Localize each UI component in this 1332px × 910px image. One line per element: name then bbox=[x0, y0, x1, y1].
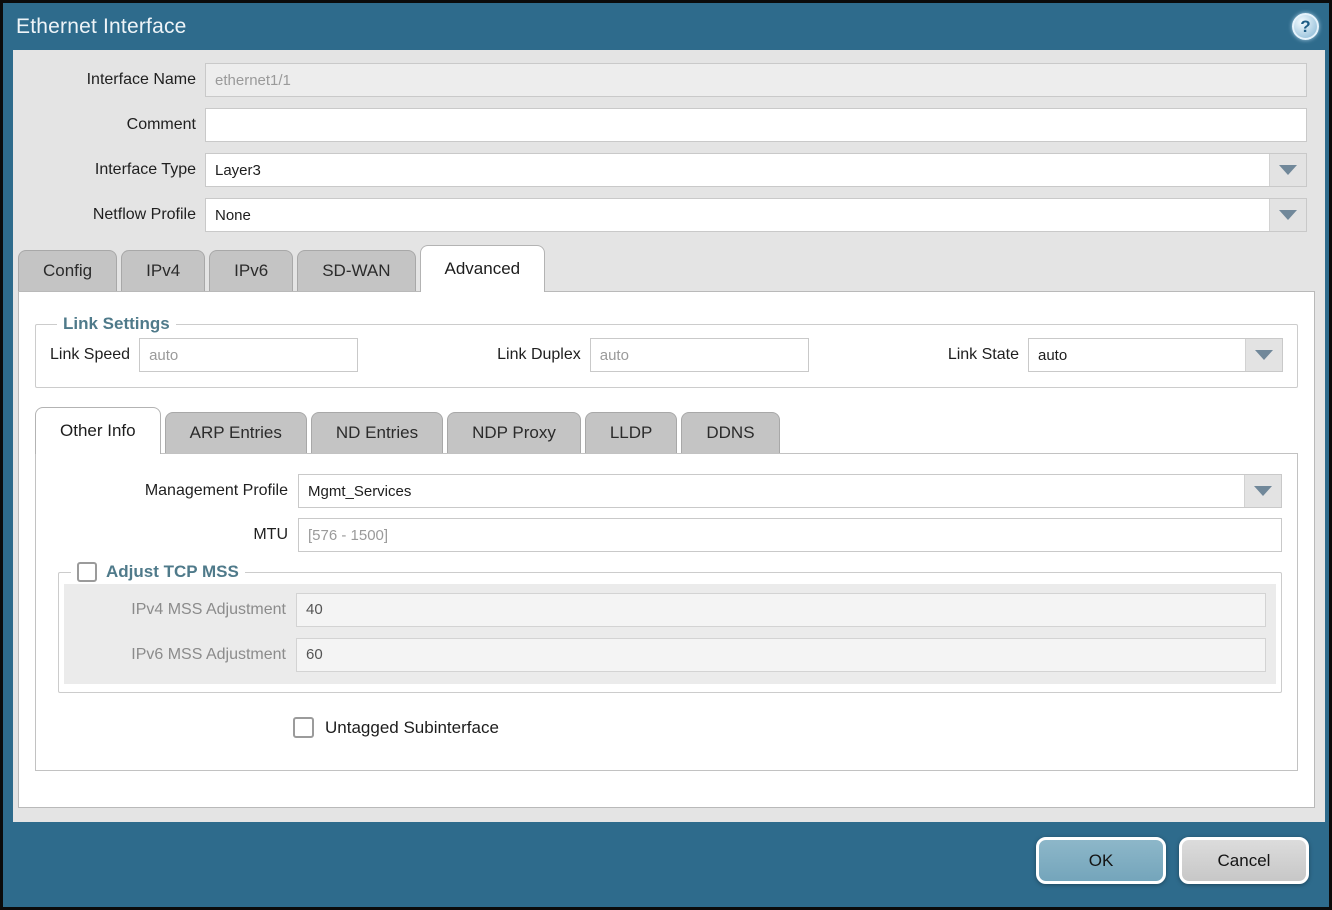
management-profile-dropdown[interactable]: Mgmt_Services bbox=[298, 474, 1282, 508]
mtu-field[interactable] bbox=[298, 518, 1282, 552]
other-info-panel: Management Profile Mgmt_Services MTU bbox=[35, 453, 1298, 771]
interface-name-label: Interface Name bbox=[13, 71, 205, 89]
ethernet-interface-dialog: Ethernet Interface ? Interface Name Comm… bbox=[0, 0, 1332, 910]
tab-other-info[interactable]: Other Info bbox=[35, 407, 161, 454]
link-state-dropdown[interactable]: auto bbox=[1028, 338, 1283, 372]
help-icon[interactable]: ? bbox=[1292, 13, 1319, 40]
sub-tabstrip: Other Info ARP Entries ND Entries NDP Pr… bbox=[35, 405, 1298, 453]
management-profile-label: Management Profile bbox=[36, 482, 298, 500]
chevron-down-icon bbox=[1279, 210, 1297, 220]
tab-ndp-proxy[interactable]: NDP Proxy bbox=[447, 412, 581, 453]
link-speed-group: Link Speed bbox=[50, 338, 358, 372]
chevron-down-icon bbox=[1279, 165, 1297, 175]
dialog-title: Ethernet Interface bbox=[16, 15, 187, 39]
comment-label: Comment bbox=[13, 116, 205, 134]
link-speed-field[interactable] bbox=[139, 338, 358, 372]
interface-type-value: Layer3 bbox=[206, 154, 1269, 186]
dialog-footer: OK Cancel bbox=[3, 822, 1329, 907]
ipv4-mss-row: IPv4 MSS Adjustment 40 bbox=[64, 593, 1266, 627]
mtu-row: MTU bbox=[36, 518, 1282, 552]
ipv4-mss-label: IPv4 MSS Adjustment bbox=[64, 601, 296, 619]
management-profile-dropdown-button[interactable] bbox=[1244, 475, 1281, 507]
adjust-tcp-mss-legend-text: Adjust TCP MSS bbox=[106, 562, 239, 582]
comment-row: Comment bbox=[13, 108, 1307, 142]
untagged-subinterface-checkbox[interactable] bbox=[293, 717, 314, 738]
advanced-tab-panel: Link Settings Link Speed Link Duplex Lin… bbox=[18, 291, 1315, 808]
cancel-button[interactable]: Cancel bbox=[1179, 837, 1309, 884]
netflow-profile-value: None bbox=[206, 199, 1269, 231]
tab-ipv6[interactable]: IPv6 bbox=[209, 250, 293, 291]
dialog-titlebar: Ethernet Interface ? bbox=[3, 3, 1329, 50]
adjust-tcp-mss-legend: Adjust TCP MSS bbox=[71, 562, 245, 582]
link-state-label: Link State bbox=[948, 346, 1028, 364]
link-settings-legend: Link Settings bbox=[57, 314, 176, 334]
netflow-profile-dropdown-button[interactable] bbox=[1269, 199, 1306, 231]
main-tabstrip: Config IPv4 IPv6 SD-WAN Advanced bbox=[13, 243, 1325, 291]
management-profile-value: Mgmt_Services bbox=[299, 475, 1244, 507]
link-duplex-group: Link Duplex bbox=[497, 338, 809, 372]
tab-nd-entries[interactable]: ND Entries bbox=[311, 412, 443, 453]
interface-type-row: Interface Type Layer3 bbox=[13, 153, 1307, 187]
interface-name-row: Interface Name bbox=[13, 63, 1307, 97]
link-duplex-label: Link Duplex bbox=[497, 346, 590, 364]
tab-arp-entries[interactable]: ARP Entries bbox=[165, 412, 307, 453]
tab-sdwan[interactable]: SD-WAN bbox=[297, 250, 415, 291]
tab-advanced[interactable]: Advanced bbox=[420, 245, 546, 292]
tab-ipv4[interactable]: IPv4 bbox=[121, 250, 205, 291]
link-settings-group: Link Settings Link Speed Link Duplex Lin… bbox=[35, 314, 1298, 388]
tab-ddns[interactable]: DDNS bbox=[681, 412, 779, 453]
mtu-label: MTU bbox=[36, 526, 298, 544]
adjust-tcp-mss-checkbox[interactable] bbox=[77, 562, 97, 582]
tab-config[interactable]: Config bbox=[18, 250, 117, 291]
ipv6-mss-row: IPv6 MSS Adjustment 60 bbox=[64, 638, 1266, 672]
comment-field[interactable] bbox=[205, 108, 1307, 142]
netflow-profile-label: Netflow Profile bbox=[13, 206, 205, 224]
link-state-value: auto bbox=[1029, 339, 1245, 371]
management-profile-row: Management Profile Mgmt_Services bbox=[36, 474, 1282, 508]
untagged-subinterface-row: Untagged Subinterface bbox=[36, 717, 1297, 738]
netflow-profile-dropdown[interactable]: None bbox=[205, 198, 1307, 232]
link-state-dropdown-button[interactable] bbox=[1245, 339, 1282, 371]
link-state-group: Link State auto bbox=[948, 338, 1283, 372]
dialog-body: Interface Name Comment Interface Type La… bbox=[13, 50, 1325, 822]
ipv6-mss-label: IPv6 MSS Adjustment bbox=[64, 646, 296, 664]
link-duplex-field[interactable] bbox=[590, 338, 809, 372]
chevron-down-icon bbox=[1255, 350, 1273, 360]
ipv4-mss-field: 40 bbox=[296, 593, 1266, 627]
link-speed-label: Link Speed bbox=[50, 346, 139, 364]
interface-type-label: Interface Type bbox=[13, 161, 205, 179]
interface-type-dropdown-button[interactable] bbox=[1269, 154, 1306, 186]
interface-type-dropdown[interactable]: Layer3 bbox=[205, 153, 1307, 187]
netflow-profile-row: Netflow Profile None bbox=[13, 198, 1307, 232]
ipv6-mss-field: 60 bbox=[296, 638, 1266, 672]
untagged-subinterface-label: Untagged Subinterface bbox=[325, 718, 499, 738]
ok-button[interactable]: OK bbox=[1036, 837, 1166, 884]
tab-lldp[interactable]: LLDP bbox=[585, 412, 678, 453]
mss-disabled-area: IPv4 MSS Adjustment 40 IPv6 MSS Adjustme… bbox=[64, 584, 1276, 684]
adjust-tcp-mss-group: Adjust TCP MSS IPv4 MSS Adjustment 40 IP… bbox=[58, 562, 1282, 693]
chevron-down-icon bbox=[1254, 486, 1272, 496]
interface-name-field bbox=[205, 63, 1307, 97]
